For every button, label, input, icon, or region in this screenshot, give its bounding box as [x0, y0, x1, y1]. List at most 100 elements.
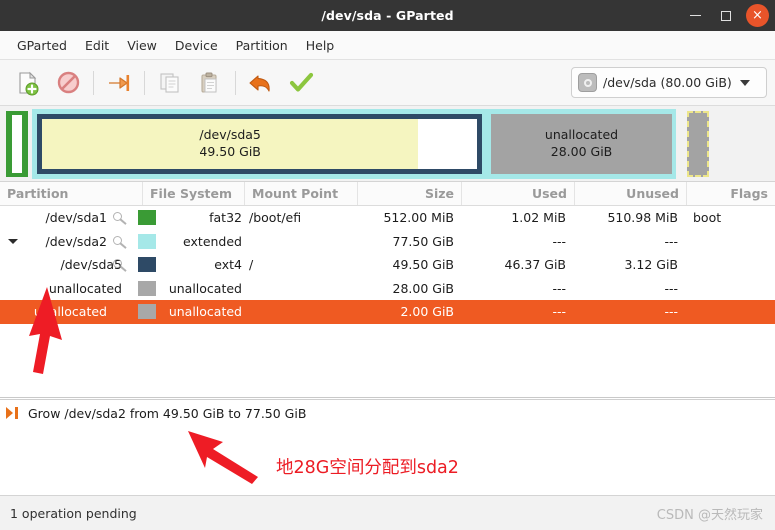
- cell-unused: ---: [664, 304, 678, 319]
- cell-filesystem: ext4: [214, 257, 242, 272]
- cell-unused: ---: [664, 280, 678, 296]
- cell-filesystem: fat32: [209, 210, 242, 225]
- maximize-icon: [721, 10, 731, 21]
- cell-mountpoint: /boot/efi: [249, 210, 302, 225]
- undo-button[interactable]: [241, 63, 281, 103]
- cell-used: ---: [552, 233, 566, 249]
- cell-unused: ---: [664, 233, 678, 249]
- cell-size: 512.00 MiB: [383, 210, 454, 225]
- graphic-sda5-size: 49.50 GiB: [199, 143, 261, 159]
- table-body: /dev/sda1 fat32/boot/efi 512.00 MiB 1.02 Mi…: [0, 206, 775, 324]
- status-bar: 1 operation pending CSDN @天然玩家: [0, 495, 775, 530]
- column-header-used[interactable]: Used: [462, 182, 575, 205]
- column-header-unused[interactable]: Unused: [575, 182, 687, 205]
- column-header-filesystem[interactable]: File System: [143, 182, 245, 205]
- table-header-row: Partition File System Mount Point Size U…: [0, 182, 775, 206]
- cell-flags: [687, 277, 775, 301]
- graphic-unallocated-size: 28.00 GiB: [550, 143, 613, 159]
- cell-size: 2.00 GiB: [400, 304, 454, 319]
- column-header-partition[interactable]: Partition: [0, 182, 143, 205]
- tool-bar: /dev/sda (80.00 GiB): [0, 60, 775, 106]
- apply-button[interactable]: [281, 63, 321, 103]
- column-header-flags[interactable]: Flags: [687, 182, 775, 205]
- graphic-partition-sda5[interactable]: /dev/sda5 49.50 GiB: [37, 113, 482, 174]
- key-icon: [113, 230, 131, 254]
- delete-partition-button[interactable]: [48, 63, 88, 103]
- copy-button[interactable]: [150, 63, 190, 103]
- copy-icon: [160, 72, 179, 93]
- cell-size: 28.00 GiB: [392, 280, 455, 296]
- cell-mountpoint: /: [249, 257, 254, 272]
- menu-gparted[interactable]: GParted: [8, 34, 76, 57]
- cell-used: ---: [552, 280, 566, 296]
- partition-color-swatch: [138, 253, 162, 277]
- cell-flags: [687, 230, 775, 254]
- cell-mountpoint: [249, 230, 358, 254]
- cell-unused: 510.98 MiB: [607, 210, 678, 225]
- annotation-note: 地28G空间分配到sda2: [276, 458, 459, 478]
- cell-used: 46.37 GiB: [504, 257, 567, 272]
- menu-partition[interactable]: Partition: [227, 34, 297, 57]
- title-bar: /dev/sda - GParted ×: [0, 0, 775, 31]
- partition-color-swatch: [138, 206, 162, 230]
- cell-mountpoint: [249, 300, 358, 324]
- cell-size: 49.50 GiB: [392, 257, 455, 272]
- key-icon: [113, 206, 131, 230]
- cell-flags: [687, 300, 775, 324]
- graphic-partition-sda1[interactable]: [6, 110, 28, 177]
- graphic-partition-extended[interactable]: /dev/sda5 49.50 GiB: [32, 108, 487, 179]
- menu-view[interactable]: View: [118, 34, 166, 57]
- column-header-mountpoint[interactable]: Mount Point: [245, 182, 358, 205]
- cell-filesystem: unallocated: [168, 280, 242, 296]
- partition-color-swatch: [138, 277, 162, 301]
- cell-mountpoint: [249, 277, 358, 301]
- menu-edit[interactable]: Edit: [76, 34, 118, 57]
- table-row[interactable]: unallocated unallocated 28.00 GiB --- ---: [0, 277, 775, 301]
- table-row[interactable]: /dev/sda5 ext4/49.50 GiB 46.37 GiB 3.12 GiB: [0, 253, 775, 277]
- cell-partition: unallocated: [33, 304, 107, 319]
- new-partition-button[interactable]: [8, 63, 48, 103]
- maximize-button[interactable]: [715, 5, 737, 27]
- window-title: /dev/sda - GParted: [321, 8, 454, 23]
- table-row[interactable]: unallocated unallocated 2.00 GiB --- ---: [0, 300, 775, 324]
- cell-unused: 3.12 GiB: [624, 257, 678, 272]
- partition-table: Partition File System Mount Point Size U…: [0, 182, 775, 398]
- new-document-icon: [19, 71, 39, 95]
- graphic-sda5-used: /dev/sda5 49.50 GiB: [42, 118, 419, 169]
- paste-button[interactable]: [190, 63, 230, 103]
- graphic-partition-unallocated-small[interactable]: [685, 108, 711, 179]
- graphic-sda5-name: /dev/sda5: [199, 126, 261, 142]
- minimize-button[interactable]: [684, 5, 706, 27]
- operation-item[interactable]: Grow /dev/sda2 from 49.50 GiB to 77.50 G…: [0, 400, 775, 421]
- minimize-icon: [689, 14, 701, 17]
- gparted-window: /dev/sda - GParted × GParted Edit View D…: [0, 0, 775, 530]
- cell-flags: boot: [693, 210, 722, 225]
- graphic-partition-unallocated[interactable]: unallocated 28.00 GiB: [487, 108, 676, 179]
- table-row[interactable]: /dev/sda2 extended 77.50 GiB --- ---: [0, 230, 775, 254]
- partition-color-swatch: [138, 300, 162, 324]
- column-header-size[interactable]: Size: [358, 182, 462, 205]
- menu-help[interactable]: Help: [297, 34, 344, 57]
- toolbar-separator: [235, 70, 236, 95]
- cell-used: ---: [552, 304, 566, 319]
- chevron-down-icon: [739, 79, 750, 86]
- device-label: /dev/sda (80.00 GiB): [603, 75, 732, 90]
- operation-text: Grow /dev/sda2 from 49.50 GiB to 77.50 G…: [28, 406, 307, 421]
- menu-bar: GParted Edit View Device Partition Help: [0, 31, 775, 60]
- graphic-unallocated-name: unallocated: [544, 126, 619, 142]
- partition-color-swatch: [138, 230, 162, 254]
- delete-forbidden-icon: [57, 71, 79, 94]
- table-row[interactable]: /dev/sda1 fat32/boot/efi 512.00 MiB 1.02 Mi…: [0, 206, 775, 230]
- resize-move-button[interactable]: [99, 63, 139, 103]
- toolbar-separator: [144, 70, 145, 95]
- menu-device[interactable]: Device: [166, 34, 227, 57]
- grow-icon: [6, 406, 21, 421]
- close-button[interactable]: ×: [746, 4, 769, 27]
- device-selector[interactable]: /dev/sda (80.00 GiB): [571, 67, 767, 98]
- operations-pane: Grow /dev/sda2 from 49.50 GiB to 77.50 G…: [0, 399, 775, 495]
- cell-used: 1.02 MiB: [511, 210, 566, 225]
- cell-size: 77.50 GiB: [392, 233, 455, 249]
- cell-flags: [687, 253, 775, 277]
- toolbar-separator: [93, 70, 94, 95]
- watermark-text: CSDN @天然玩家: [656, 507, 763, 523]
